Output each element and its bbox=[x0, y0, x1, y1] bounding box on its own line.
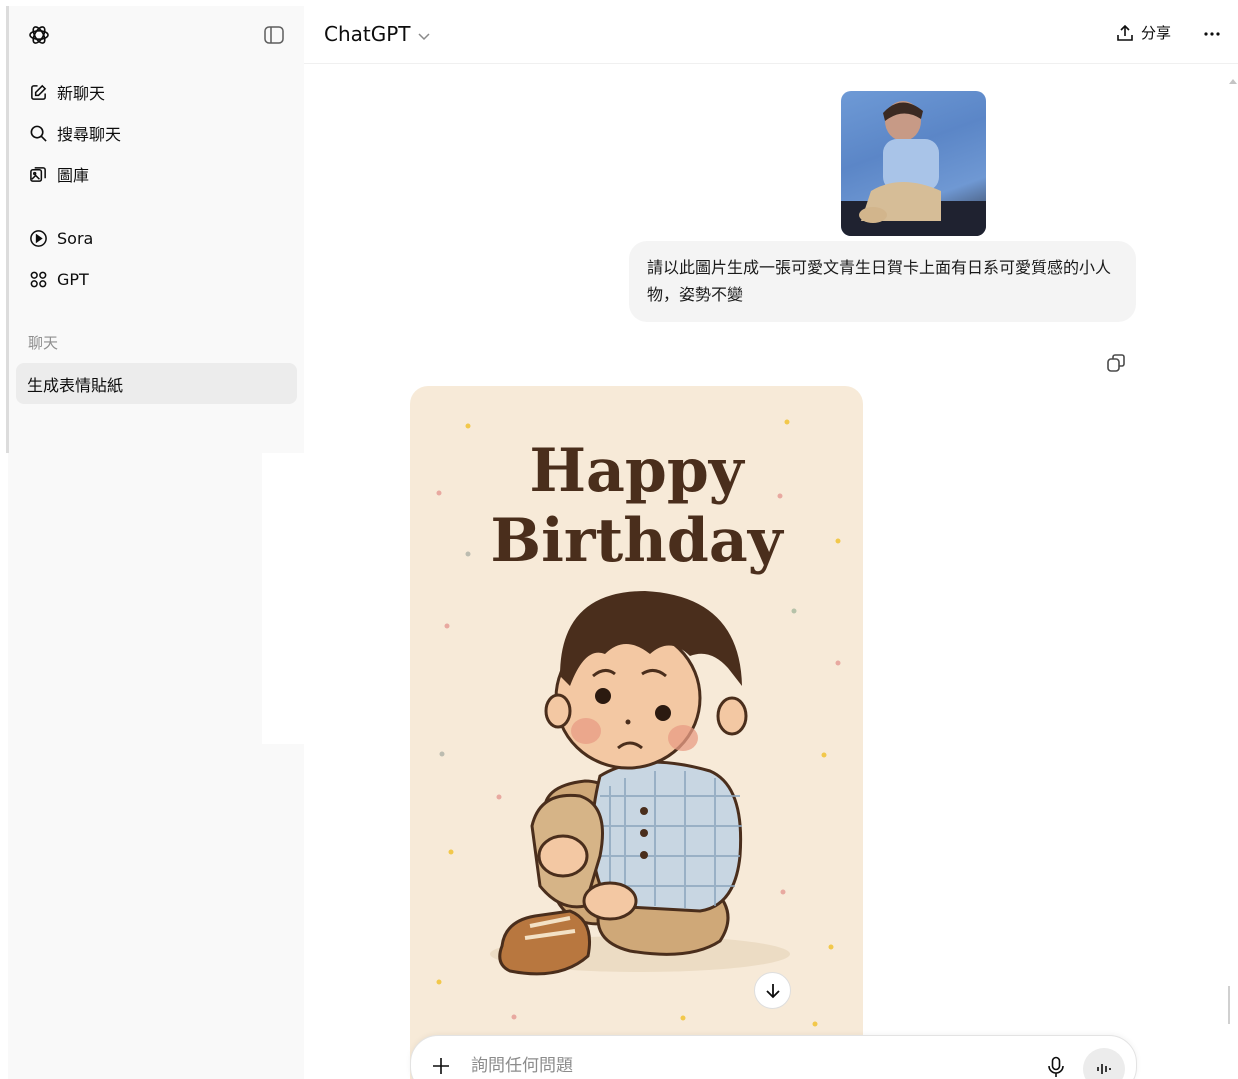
microphone-icon[interactable] bbox=[1047, 1056, 1065, 1079]
sidebar-edge bbox=[6, 6, 9, 453]
chevron-down-icon bbox=[417, 22, 430, 46]
sidebar-item-gpt[interactable]: GPT bbox=[16, 260, 298, 298]
sidebar-item-library[interactable]: 圖庫 bbox=[16, 155, 298, 193]
scroll-down-button[interactable] bbox=[754, 972, 791, 1009]
card-title-line2: Birthday bbox=[490, 506, 783, 576]
sidebar-item-new-chat[interactable]: 新聊天 bbox=[16, 73, 298, 111]
card-title-line1: Happy bbox=[529, 436, 744, 506]
sidebar-lower-bottom bbox=[8, 744, 304, 1079]
sidebar-item-label: 新聊天 bbox=[57, 84, 106, 103]
sidebar-item-search[interactable]: 搜尋聊天 bbox=[16, 114, 298, 152]
share-button[interactable]: 分享 bbox=[1116, 22, 1171, 43]
sidebar-item-label: GPT bbox=[57, 269, 89, 289]
play-circle-icon bbox=[28, 228, 48, 248]
composer bbox=[410, 1035, 1137, 1079]
header: ChatGPT 分享 bbox=[304, 6, 1238, 64]
sidebar-item-label: 搜尋聊天 bbox=[57, 125, 122, 144]
sidebar-item-label: 圖庫 bbox=[57, 166, 90, 185]
sidebar-lower bbox=[8, 453, 262, 744]
voice-mode-button[interactable] bbox=[1083, 1048, 1125, 1079]
gallery-icon bbox=[28, 164, 48, 184]
edit-icon bbox=[28, 82, 48, 102]
waveform-icon bbox=[1097, 1064, 1111, 1074]
prompt-input[interactable] bbox=[471, 1053, 1031, 1079]
sidebar-item-label: Sora bbox=[57, 228, 94, 248]
more-options-icon[interactable] bbox=[1202, 24, 1222, 48]
toggle-sidebar-icon[interactable] bbox=[262, 24, 286, 46]
share-icon bbox=[1117, 24, 1133, 41]
sidebar-section-chats: 聊天 bbox=[28, 334, 59, 352]
scroll-up-arrow-icon[interactable] bbox=[1228, 70, 1238, 89]
arrow-down-icon bbox=[765, 983, 780, 998]
sidebar-chat-item[interactable]: 生成表情貼紙 bbox=[16, 363, 297, 404]
user-uploaded-image[interactable] bbox=[841, 91, 986, 236]
share-label: 分享 bbox=[1141, 24, 1172, 42]
model-selector[interactable]: ChatGPT bbox=[324, 22, 430, 46]
search-icon bbox=[28, 123, 48, 143]
sidebar-item-sora[interactable]: Sora bbox=[16, 219, 298, 257]
generated-birthday-card-image[interactable]: Happy Birthday bbox=[410, 386, 863, 1079]
openai-logo-icon[interactable] bbox=[26, 22, 52, 48]
scrollbar-thumb[interactable] bbox=[1228, 986, 1230, 1024]
copy-icon[interactable] bbox=[1105, 352, 1127, 378]
plus-icon[interactable] bbox=[431, 1056, 451, 1079]
user-message-bubble: 請以此圖片生成一張可愛文青生日賀卡上面有日系可愛質感的小人物，姿勢不變 bbox=[629, 241, 1136, 322]
grid-icon bbox=[28, 269, 48, 289]
model-name: ChatGPT bbox=[324, 22, 411, 46]
